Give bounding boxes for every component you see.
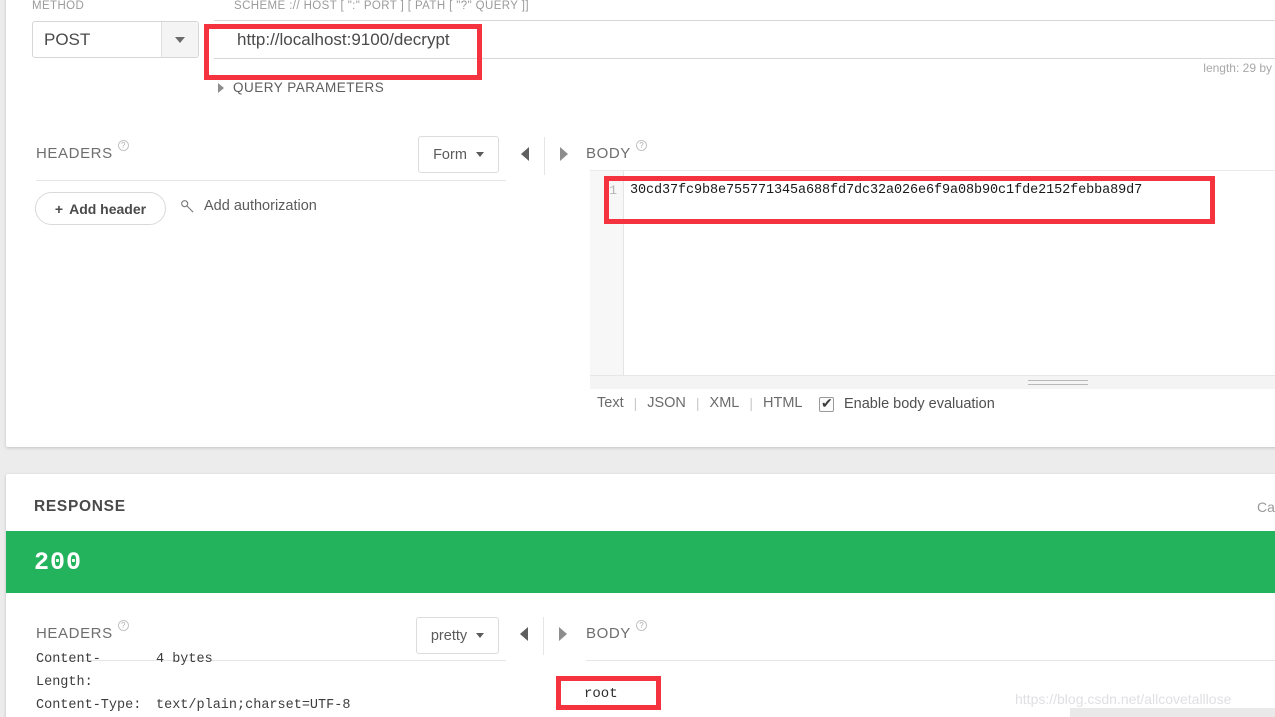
- request-length-text: length: 29 by: [1203, 61, 1272, 75]
- expand-response-body-arrow[interactable]: [559, 627, 567, 641]
- question-mark-icon[interactable]: ?: [635, 140, 647, 151]
- request-body-editor[interactable]: 1 30cd37fc9b8e755771345a688fd7dc32a026e6…: [590, 170, 1275, 375]
- watermark-bar: [1070, 708, 1275, 717]
- query-parameters-toggle[interactable]: QUERY PARAMETERS: [218, 80, 384, 95]
- scrollbar-thumb[interactable]: [1028, 380, 1088, 385]
- request-headers-title: HEADERS: [36, 145, 113, 162]
- request-headers-divider: [36, 180, 506, 181]
- response-body-title: BODY: [586, 625, 631, 642]
- chevron-down-icon: [475, 152, 484, 157]
- question-mark-icon[interactable]: ?: [635, 620, 647, 631]
- header-value: 4 bytes: [156, 652, 213, 667]
- separator: |: [633, 395, 638, 411]
- response-title: RESPONSE: [34, 498, 126, 515]
- request-panel: METHOD SCHEME :// HOST [ ":" PORT ] [ PA…: [6, 0, 1275, 447]
- response-body-header: BODY ?: [586, 620, 647, 642]
- chevron-down-icon: [476, 633, 485, 638]
- request-headers-header: HEADERS ?: [36, 140, 129, 162]
- line-number: 1: [609, 183, 617, 198]
- app-root: METHOD SCHEME :// HOST [ ":" PORT ] [ PA…: [0, 0, 1275, 717]
- tab-html[interactable]: HTML: [762, 395, 803, 411]
- enable-body-evaluation-label: Enable body evaluation: [844, 396, 995, 412]
- panel-divider: [543, 617, 544, 655]
- tab-xml[interactable]: XML: [709, 395, 741, 411]
- question-mark-icon[interactable]: ?: [117, 140, 129, 151]
- response-panel: RESPONSE Ca 200 HEADERS ? pretty Content…: [6, 474, 1275, 717]
- expand-body-arrow[interactable]: [560, 147, 568, 161]
- header-key: Content-Type:: [36, 698, 142, 713]
- query-parameters-label: QUERY PARAMETERS: [233, 80, 385, 95]
- url-value: http://localhost:9100/decrypt: [237, 29, 450, 49]
- header-value: text/plain;charset=UTF-8: [156, 698, 351, 713]
- request-body-title: BODY: [586, 145, 631, 162]
- separator: |: [695, 395, 700, 411]
- response-headers-format-select[interactable]: pretty: [416, 617, 499, 654]
- method-label: METHOD: [32, 0, 85, 12]
- add-authorization-label: Add authorization: [204, 198, 317, 214]
- add-authorization-button[interactable]: Add authorization: [180, 198, 317, 214]
- watermark-text: https://blog.csdn.net/allcovetalllose: [1015, 691, 1232, 707]
- collapse-headers-arrow[interactable]: [521, 147, 529, 161]
- tab-json[interactable]: JSON: [646, 395, 687, 411]
- add-header-button[interactable]: + Add header: [35, 192, 166, 225]
- panel-divider: [544, 137, 545, 175]
- response-headers-format-value: pretty: [430, 627, 468, 644]
- header-key: Content-Length:: [36, 652, 101, 690]
- add-header-label: Add header: [69, 200, 147, 217]
- body-format-tabs: Text | JSON | XML | HTML: [596, 395, 804, 411]
- response-headers-header: HEADERS ?: [36, 620, 129, 642]
- separator: |: [749, 395, 754, 411]
- response-headers-title: HEADERS: [36, 625, 113, 642]
- response-body-divider: [586, 660, 1275, 661]
- editor-line-gutter: 1: [590, 171, 624, 375]
- editor-content-area[interactable]: 30cd37fc9b8e755771345a688fd7dc32a026e6f9…: [624, 171, 1275, 375]
- chevron-down-icon: [175, 36, 185, 43]
- collapse-response-headers-arrow[interactable]: [520, 627, 528, 641]
- plus-icon: +: [54, 200, 64, 217]
- tab-text[interactable]: Text: [596, 395, 625, 411]
- request-headers-format-select[interactable]: Form: [418, 136, 499, 173]
- key-icon: [181, 199, 194, 213]
- request-body-content: 30cd37fc9b8e755771345a688fd7dc32a026e6f9…: [630, 183, 1143, 198]
- method-value: POST: [44, 29, 91, 49]
- editor-horizontal-scrollbar[interactable]: [590, 375, 1275, 389]
- url-format-label: SCHEME :// HOST [ ":" PORT ] [ PATH [ "?…: [234, 0, 529, 12]
- table-row: Content-Length: 4 bytes: [36, 648, 350, 694]
- method-select[interactable]: POST: [32, 21, 199, 58]
- request-body-header: BODY ?: [586, 140, 647, 162]
- triangle-right-icon: [218, 82, 224, 93]
- request-headers-format-value: Form: [433, 146, 467, 163]
- question-mark-icon[interactable]: ?: [117, 620, 129, 631]
- method-dropdown-toggle[interactable]: [161, 22, 198, 57]
- table-row: Content-Type: text/plain;charset=UTF-8: [36, 694, 350, 717]
- enable-body-evaluation-row[interactable]: Enable body evaluation: [819, 395, 995, 412]
- status-code: 200: [34, 547, 83, 577]
- status-bar: 200: [6, 531, 1275, 593]
- response-header-action[interactable]: Ca: [1257, 499, 1275, 515]
- response-body-value: root: [584, 686, 618, 702]
- url-input[interactable]: http://localhost:9100/decrypt: [214, 20, 1275, 59]
- response-headers-table: Content-Length: 4 bytes Content-Type: te…: [36, 648, 350, 717]
- enable-body-evaluation-checkbox[interactable]: [819, 395, 834, 412]
